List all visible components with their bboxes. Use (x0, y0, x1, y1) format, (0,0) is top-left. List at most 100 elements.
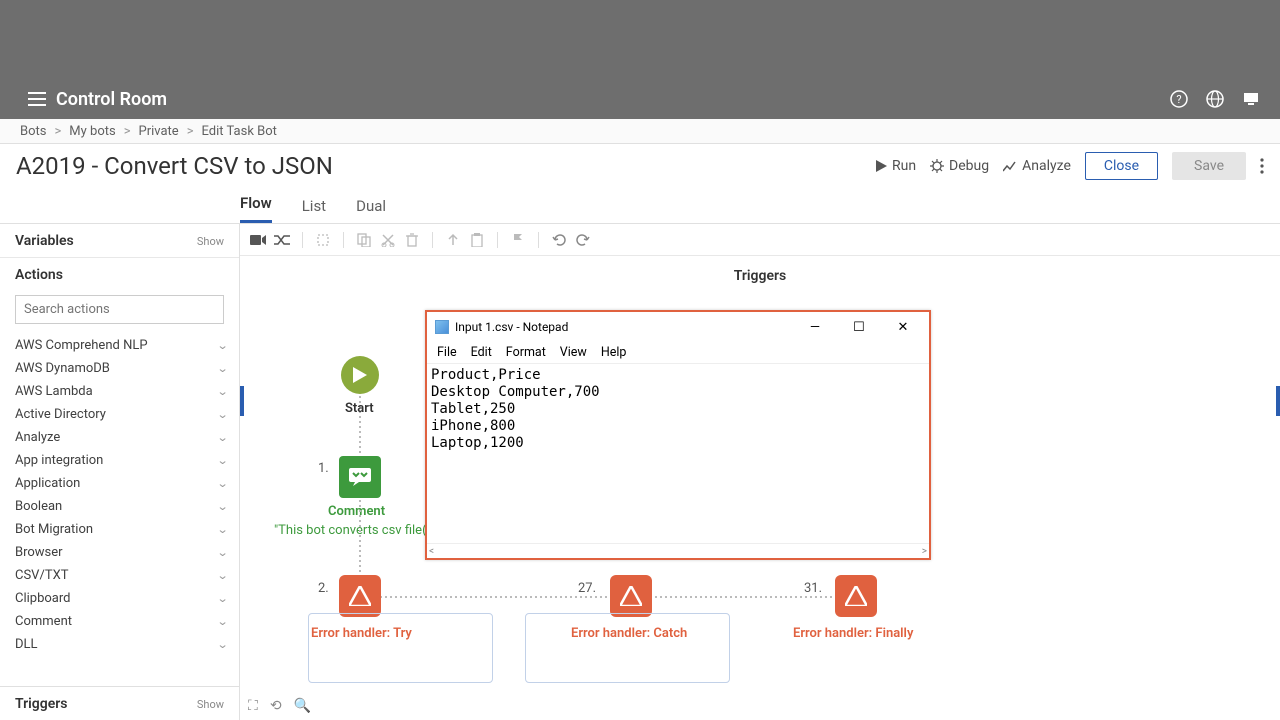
hamburger-icon[interactable] (28, 92, 46, 106)
step-number: 2. (318, 581, 329, 596)
breadcrumb-item[interactable]: My bots (69, 124, 115, 139)
notepad-content[interactable]: Product,Price Desktop Computer,700 Table… (427, 363, 929, 543)
error-finally-node[interactable] (835, 575, 877, 617)
start-node[interactable] (341, 356, 379, 394)
action-item[interactable]: DLL⌄ (15, 633, 233, 656)
notepad-menu-item[interactable]: File (437, 345, 457, 360)
chevron-down-icon: ⌄ (216, 638, 228, 651)
error-catch-container[interactable] (525, 613, 730, 683)
search-input[interactable] (15, 295, 224, 324)
step-number: 1. (318, 461, 329, 476)
action-item[interactable]: Application⌄ (15, 472, 233, 495)
comment-node[interactable] (339, 456, 381, 498)
notepad-window[interactable]: Input 1.csv - Notepad — ☐ ✕ File Edit Fo… (425, 310, 931, 560)
snap-icon[interactable] (315, 232, 331, 248)
triggers-show[interactable]: Show (197, 698, 224, 711)
more-icon[interactable] (1260, 158, 1264, 174)
close-icon[interactable]: ✕ (881, 313, 925, 341)
breadcrumb-item[interactable]: Private (139, 124, 179, 139)
action-item[interactable]: Clipboard⌄ (15, 587, 233, 610)
zoom-controls: ⛶ ⟲ 🔍 (248, 698, 311, 714)
redo-icon[interactable] (575, 232, 591, 248)
notepad-titlebar[interactable]: Input 1.csv - Notepad — ☐ ✕ (427, 312, 929, 342)
paste-icon[interactable] (469, 232, 485, 248)
triggers-section-label: Triggers (240, 268, 1280, 284)
globe-icon[interactable] (1206, 90, 1224, 108)
close-button[interactable]: Close (1085, 152, 1158, 180)
action-list[interactable]: AWS Comprehend NLP⌄ AWS DynamoDB⌄ AWS La… (0, 334, 239, 686)
action-item[interactable]: Bot Migration⌄ (15, 518, 233, 541)
chevron-down-icon: ⌄ (216, 500, 228, 513)
error-try-container[interactable] (308, 613, 493, 683)
action-item[interactable]: AWS Lambda⌄ (15, 380, 233, 403)
action-item[interactable]: AWS DynamoDB⌄ (15, 357, 233, 380)
tab-flow[interactable]: Flow (240, 194, 272, 223)
breakpoint-icon[interactable] (510, 232, 526, 248)
variables-show[interactable]: Show (197, 235, 224, 248)
notepad-menu-item[interactable]: Edit (471, 345, 492, 360)
right-panel-handle[interactable] (1276, 386, 1280, 416)
left-panel-handle[interactable] (240, 386, 244, 416)
notepad-menu-item[interactable]: View (560, 345, 587, 360)
triggers-header: Triggers Show (0, 686, 239, 720)
action-item[interactable]: Analyze⌄ (15, 426, 233, 449)
debug-button[interactable]: Debug (930, 158, 989, 174)
zoom-in-icon[interactable]: 🔍 (294, 698, 311, 714)
error-finally-label: Error handler: Finally (793, 626, 913, 641)
canvas-toolbar (240, 224, 1280, 256)
notepad-hscroll[interactable]: <> (427, 543, 929, 558)
copy-icon[interactable] (356, 232, 372, 248)
zoom-reset-icon[interactable]: ⟲ (270, 698, 282, 714)
flow-connector (359, 500, 361, 575)
action-item[interactable]: Active Directory⌄ (15, 403, 233, 426)
error-catch-label: Error handler: Catch (571, 626, 687, 641)
analyze-button[interactable]: Analyze (1003, 158, 1071, 174)
step-number: 27. (578, 581, 596, 596)
nav-title: Control Room (56, 89, 167, 110)
delete-icon[interactable] (404, 232, 420, 248)
tab-list[interactable]: List (302, 197, 326, 223)
shuffle-icon[interactable] (274, 232, 290, 248)
flow-connector (360, 596, 855, 598)
upload-icon[interactable] (445, 232, 461, 248)
page-title: A2019 - Convert CSV to JSON (16, 152, 333, 180)
action-item[interactable]: Browser⌄ (15, 541, 233, 564)
navbar: Control Room ? (0, 79, 1280, 119)
chevron-down-icon: ⌄ (216, 523, 228, 536)
cut-icon[interactable] (380, 232, 396, 248)
error-try-node[interactable] (339, 575, 381, 617)
variables-header: Variables Show (0, 224, 239, 257)
notepad-menu-item[interactable]: Help (601, 345, 627, 360)
chevron-down-icon: ⌄ (216, 546, 228, 559)
action-item[interactable]: AWS Comprehend NLP⌄ (15, 334, 233, 357)
action-item[interactable]: CSV/TXT⌄ (15, 564, 233, 587)
save-button[interactable]: Save (1172, 152, 1246, 180)
action-item[interactable]: Boolean⌄ (15, 495, 233, 518)
tab-dual[interactable]: Dual (356, 197, 386, 223)
minimize-icon[interactable]: — (793, 313, 837, 341)
help-icon[interactable]: ? (1170, 90, 1188, 108)
breadcrumb-current: Edit Task Bot (202, 124, 277, 139)
svg-text:?: ? (1176, 93, 1181, 106)
action-item[interactable]: Comment⌄ (15, 610, 233, 633)
chevron-down-icon: ⌄ (216, 431, 228, 444)
record-icon[interactable] (250, 232, 266, 248)
action-item[interactable]: App integration⌄ (15, 449, 233, 472)
chevron-down-icon: ⌄ (216, 592, 228, 605)
error-catch-node[interactable] (610, 575, 652, 617)
breadcrumb-item[interactable]: Bots (20, 124, 46, 139)
monitor-icon[interactable] (1242, 90, 1260, 108)
start-label: Start (345, 401, 374, 416)
run-button[interactable]: Run (876, 158, 916, 174)
notepad-menu-item[interactable]: Format (506, 345, 546, 360)
actions-header: Actions (0, 257, 239, 291)
chevron-down-icon: ⌄ (216, 615, 228, 628)
chevron-down-icon: ⌄ (216, 477, 228, 490)
undo-icon[interactable] (551, 232, 567, 248)
maximize-icon[interactable]: ☐ (837, 313, 881, 341)
chevron-down-icon: ⌄ (216, 339, 228, 352)
notepad-menubar: File Edit Format View Help (427, 342, 929, 363)
chevron-down-icon: ⌄ (216, 385, 228, 398)
fit-icon[interactable]: ⛶ (248, 698, 258, 714)
chevron-down-icon: ⌄ (216, 454, 228, 467)
